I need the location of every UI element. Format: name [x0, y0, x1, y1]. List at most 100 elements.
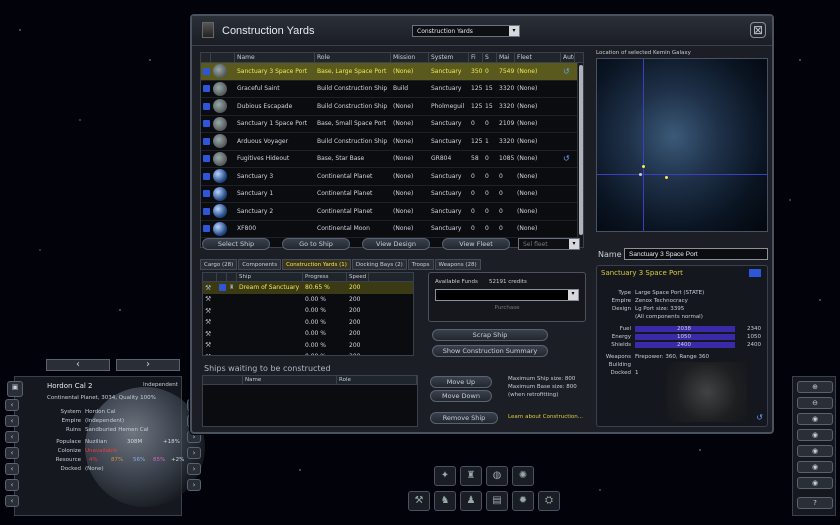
col-role[interactable]: Role — [315, 53, 391, 62]
table-row[interactable]: Sanctuary 1 Continental Planet (None) Sanct… — [201, 186, 583, 203]
scrap-ship-button[interactable]: Scrap Ship — [432, 329, 548, 341]
filter-icon-5[interactable]: ◉ — [797, 477, 833, 489]
ruins-value: Sandburied Hemen Cal — [85, 427, 149, 433]
col-fleet[interactable]: Fleet — [515, 53, 561, 62]
refresh-icon[interactable]: ↺ — [563, 67, 570, 76]
toolbar-icon-1[interactable]: ✦ — [434, 466, 456, 486]
card-icon[interactable]: ▤ — [486, 491, 508, 511]
right-side-button-5[interactable]: › — [187, 463, 201, 475]
empire-flag-icon — [203, 225, 210, 233]
construction-row[interactable]: ⚒0.00 %200 — [203, 351, 413, 355]
tab-cargo[interactable]: Cargo (28) — [200, 259, 238, 270]
retrofit-note: (when retrofitting) — [508, 392, 559, 398]
cell-speed: 200 — [349, 295, 361, 303]
construction-row[interactable]: ⚒ ♜ Dream of Sanctuary 80.65 % 200 — [203, 282, 413, 294]
help-icon[interactable]: ? — [797, 497, 833, 509]
view-fleet-button[interactable]: View Fleet — [442, 238, 510, 250]
cell-fleet: (None) — [517, 190, 538, 198]
construction-row[interactable]: ⚒0.00 %200 — [203, 294, 413, 306]
tab-weapons[interactable]: Weapons (28) — [434, 259, 481, 270]
tab-docking-bays[interactable]: Docking Bays (2) — [351, 259, 407, 270]
purchase-button[interactable]: Purchase — [435, 305, 579, 315]
col-waiting-name[interactable]: Name — [243, 376, 337, 384]
move-down-button[interactable]: Move Down — [430, 390, 492, 402]
table-row[interactable]: Graceful Saint Build Construction Ship Bui… — [201, 81, 583, 98]
side-button-3[interactable]: ‹ — [5, 431, 19, 443]
prev-arrow-button[interactable]: ‹ — [46, 359, 110, 371]
globe-icon[interactable]: ◍ — [486, 466, 508, 486]
tab-construction-yards[interactable]: Construction Yards (1) — [282, 259, 351, 270]
table-row[interactable]: Fugitives Hideout Base, Star Base (None) GR… — [201, 151, 583, 168]
view-design-button[interactable]: View Design — [362, 238, 430, 250]
ship-table-scrollbar[interactable] — [577, 63, 583, 247]
col-speed[interactable]: Speed — [347, 273, 369, 281]
col-system[interactable]: System — [429, 53, 469, 62]
filter-icon-3[interactable]: ◉ — [797, 445, 833, 457]
remove-ship-button[interactable]: Remove Ship — [430, 412, 498, 424]
zoom-out-icon[interactable]: ⊖ — [797, 397, 833, 409]
side-button-7[interactable]: ‹ — [5, 495, 19, 507]
table-row[interactable]: Sanctuary 2 Continental Planet (None) Sanct… — [201, 203, 583, 221]
construction-row[interactable]: ⚒0.00 %200 — [203, 305, 413, 317]
side-button-2[interactable]: ‹ — [5, 415, 19, 427]
zoom-in-icon[interactable]: ⊕ — [797, 381, 833, 393]
construction-row[interactable]: ⚒0.00 %200 — [203, 328, 413, 340]
wrench-icon[interactable]: ⚒ — [408, 491, 430, 511]
table-row[interactable]: Sanctuary 1 Space Port Base, Small Space … — [201, 116, 583, 133]
purchase-select[interactable]: ▾ — [435, 289, 579, 301]
col-mission[interactable]: Mission — [391, 53, 429, 62]
side-button-1[interactable]: ‹ — [5, 399, 19, 411]
col-waiting-role[interactable]: Role — [337, 376, 417, 384]
diplomacy-icon[interactable]: ⛭ — [538, 491, 560, 511]
fleet-select-dropdown[interactable]: Sel fleet ▾ — [518, 238, 580, 250]
construction-row[interactable]: ⚒0.00 %200 — [203, 317, 413, 329]
filter-icon-4[interactable]: ◉ — [797, 461, 833, 473]
right-side-button-6[interactable]: › — [187, 479, 201, 491]
table-row[interactable]: XF800 Continental Moon (None) Sanctuary 0 0 0 (… — [201, 221, 583, 238]
ship-name-input[interactable] — [624, 248, 768, 260]
learn-construction-link[interactable]: Learn about Construction... — [508, 414, 583, 420]
tab-components[interactable]: Components — [238, 259, 282, 270]
show-construction-summary-button[interactable]: Show Construction Summary — [432, 345, 548, 357]
refresh-icon[interactable]: ↺ — [563, 154, 570, 163]
col-ship[interactable]: Ship — [237, 273, 303, 281]
col-auto[interactable]: Auto — [561, 53, 575, 62]
lock-icon[interactable]: ▣ — [7, 381, 23, 397]
scrollbar-thumb[interactable] — [579, 65, 583, 235]
table-row[interactable]: Sanctuary 3 Space Port Base, Large Space … — [201, 63, 583, 81]
table-row[interactable]: Sanctuary 3 Continental Planet (None) Sanct… — [201, 168, 583, 186]
table-row[interactable]: Dubious Escapade Build Construction Ship (… — [201, 98, 583, 116]
cell-mission: (None) — [393, 190, 414, 198]
cell-s: 0 — [485, 67, 489, 75]
side-button-6[interactable]: ‹ — [5, 479, 19, 491]
tab-troops[interactable]: Troops — [407, 259, 434, 270]
toolbar-icon-2[interactable]: ♜ — [460, 466, 482, 486]
side-button-5[interactable]: ‹ — [5, 463, 19, 475]
col-progress[interactable]: Progress — [303, 273, 347, 281]
wrench-icon: ⚒ — [205, 306, 212, 315]
select-ship-button[interactable]: Select Ship — [202, 238, 270, 250]
next-arrow-button[interactable]: › — [116, 359, 180, 371]
galaxy-map[interactable] — [596, 58, 768, 232]
view-filter-dropdown[interactable]: Construction Yards ▾ — [412, 25, 520, 37]
right-side-button-4[interactable]: › — [187, 447, 201, 459]
troop-icon[interactable]: ♟ — [460, 491, 482, 511]
refresh-icon[interactable]: ↺ — [756, 413, 763, 422]
galaxy-icon[interactable]: ✺ — [512, 466, 534, 486]
filter-icon-2[interactable]: ◉ — [797, 429, 833, 441]
col-fi[interactable]: Fi — [469, 53, 483, 62]
goto-ship-button[interactable]: Go to Ship — [282, 238, 350, 250]
construction-row[interactable]: ⚒0.00 %200 — [203, 340, 413, 352]
lightbulb-icon[interactable]: ✹ — [512, 491, 534, 511]
cell-mission: (None) — [393, 67, 414, 75]
move-up-button[interactable]: Move Up — [430, 376, 492, 388]
colonize-value: Unavailable — [85, 448, 118, 454]
col-name[interactable]: Name — [235, 53, 315, 62]
close-button[interactable]: ⊠ — [750, 22, 766, 38]
table-row[interactable]: Arduous Voyager Build Construction Ship (N… — [201, 133, 583, 151]
ship-icon[interactable]: ♞ — [434, 491, 456, 511]
side-button-4[interactable]: ‹ — [5, 447, 19, 459]
filter-icon-1[interactable]: ◉ — [797, 413, 833, 425]
col-mai[interactable]: Mai — [497, 53, 515, 62]
col-s[interactable]: S — [483, 53, 497, 62]
